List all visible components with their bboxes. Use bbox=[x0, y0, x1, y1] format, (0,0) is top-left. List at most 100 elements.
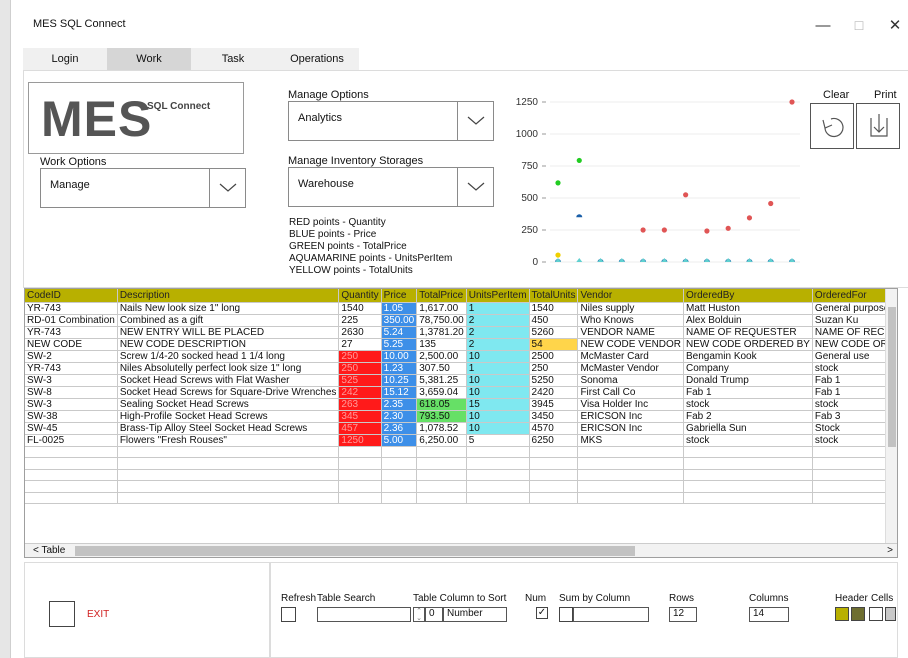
table-cell[interactable]: 2.30 bbox=[381, 410, 418, 423]
table-cell[interactable]: 2500 bbox=[529, 350, 579, 363]
table-cell[interactable]: 2 bbox=[466, 326, 530, 339]
table-cell[interactable] bbox=[416, 492, 467, 505]
table-cell[interactable]: 1.23 bbox=[381, 362, 418, 375]
cells-color-swatch-1[interactable] bbox=[869, 607, 883, 621]
table-cell[interactable]: ERICSON Inc bbox=[577, 410, 685, 423]
cells-color-swatch-2[interactable] bbox=[885, 607, 896, 621]
table-cell[interactable]: 10.25 bbox=[381, 374, 418, 387]
header-color-swatch-1[interactable] bbox=[835, 607, 849, 621]
tab-login[interactable]: Login bbox=[23, 48, 107, 70]
table-row[interactable]: YR-743 Nails New look size 1" long 1540 1.0… bbox=[25, 302, 897, 315]
table-cell[interactable]: 618.05 bbox=[416, 398, 467, 411]
column-header[interactable]: Price bbox=[381, 289, 418, 303]
table-cell[interactable] bbox=[683, 480, 813, 493]
sort-index-value[interactable]: 0 bbox=[425, 607, 443, 622]
work-options-select[interactable]: Manage bbox=[40, 168, 246, 208]
table-cell[interactable]: 1,078.52 bbox=[416, 422, 467, 435]
table-cell[interactable]: 78,750.00 bbox=[416, 314, 467, 327]
table-cell[interactable]: Donald Trump bbox=[683, 374, 813, 387]
table-cell[interactable]: 225 bbox=[338, 314, 382, 327]
table-cell[interactable] bbox=[577, 492, 685, 505]
table-cell[interactable]: 1,617.00 bbox=[416, 302, 467, 315]
table-cell[interactable]: 6,250.00 bbox=[416, 434, 467, 447]
table-cell[interactable] bbox=[381, 446, 418, 459]
table-cell[interactable]: First Call Co bbox=[577, 386, 685, 399]
table-cell[interactable]: High-Profile Socket Head Screws bbox=[117, 410, 340, 423]
horizontal-scrollbar[interactable]: < Table > bbox=[25, 543, 897, 557]
empty-table-row[interactable] bbox=[25, 480, 897, 493]
table-cell[interactable]: SW-3 bbox=[25, 398, 118, 411]
table-cell[interactable]: SW-2 bbox=[25, 350, 118, 363]
table-cell[interactable]: Bengamin Kook bbox=[683, 350, 813, 363]
table-cell[interactable]: SW-8 bbox=[25, 386, 118, 399]
table-cell[interactable] bbox=[529, 446, 579, 459]
table-row[interactable]: SW-45 Brass-Tip Alloy Steel Socket Head S… bbox=[25, 422, 897, 435]
table-cell[interactable] bbox=[683, 457, 813, 470]
table-row[interactable]: YR-743 NEW ENTRY WILL BE PLACED 2630 5.24 1,… bbox=[25, 326, 897, 339]
table-cell[interactable]: YR-743 bbox=[25, 326, 118, 339]
sort-index-stepper[interactable]: ⌃ ⌄ bbox=[413, 607, 425, 622]
sum-checkbox[interactable] bbox=[559, 607, 573, 622]
table-cell[interactable]: 10 bbox=[466, 350, 530, 363]
empty-table-row[interactable] bbox=[25, 492, 897, 505]
table-cell[interactable]: 2420 bbox=[529, 386, 579, 399]
table-cell[interactable]: 10 bbox=[466, 410, 530, 423]
table-cell[interactable]: Gabriella Sun bbox=[683, 422, 813, 435]
header-color-swatch-2[interactable] bbox=[851, 607, 865, 621]
table-cell[interactable]: 5,381.25 bbox=[416, 374, 467, 387]
table-cell[interactable]: 27 bbox=[338, 338, 382, 351]
table-cell[interactable] bbox=[529, 492, 579, 505]
table-cell[interactable] bbox=[577, 469, 685, 482]
table-cell[interactable] bbox=[117, 446, 340, 459]
sort-column-input[interactable]: Number bbox=[443, 607, 507, 622]
table-cell[interactable]: 1540 bbox=[529, 302, 579, 315]
scroll-right-arrow[interactable]: > bbox=[887, 545, 893, 556]
table-row[interactable]: RD-01 Combination Combined as a gift 225 35… bbox=[25, 314, 897, 327]
table-cell[interactable]: NEW CODE ORDERED BY bbox=[683, 338, 813, 351]
column-header[interactable]: UnitsPerItem bbox=[466, 289, 530, 303]
table-cell[interactable]: Socket Head Screws for Square-Drive Wren… bbox=[117, 386, 340, 399]
table-cell[interactable]: 5.00 bbox=[381, 434, 418, 447]
table-cell[interactable] bbox=[381, 480, 418, 493]
table-cell[interactable] bbox=[25, 446, 118, 459]
table-cell[interactable] bbox=[381, 469, 418, 482]
table-cell[interactable]: 350.00 bbox=[381, 314, 418, 327]
table-cell[interactable]: Visa Holder Inc bbox=[577, 398, 685, 411]
column-header[interactable]: CodeID bbox=[25, 289, 118, 303]
empty-table-row[interactable] bbox=[25, 446, 897, 459]
table-cell[interactable]: 242 bbox=[338, 386, 382, 399]
table-cell[interactable] bbox=[25, 480, 118, 493]
manage-options-dropdown[interactable] bbox=[457, 102, 493, 140]
num-checkbox[interactable]: ✓ bbox=[536, 607, 548, 619]
table-cell[interactable]: 250 bbox=[338, 362, 382, 375]
table-cell[interactable]: SW-3 bbox=[25, 374, 118, 387]
table-cell[interactable]: 2,500.00 bbox=[416, 350, 467, 363]
table-cell[interactable]: McMaster Card bbox=[577, 350, 685, 363]
table-cell[interactable] bbox=[338, 457, 382, 470]
table-cell[interactable]: Flowers "Fresh Rouses" bbox=[117, 434, 340, 447]
table-cell[interactable] bbox=[338, 446, 382, 459]
table-cell[interactable]: 2 bbox=[466, 314, 530, 327]
table-cell[interactable] bbox=[577, 480, 685, 493]
vertical-scrollbar[interactable] bbox=[885, 289, 897, 545]
column-header[interactable]: Vendor bbox=[577, 289, 685, 303]
table-cell[interactable] bbox=[416, 480, 467, 493]
table-cell[interactable] bbox=[466, 457, 530, 470]
table-search-input[interactable] bbox=[317, 607, 411, 622]
column-header[interactable]: Quantity bbox=[338, 289, 382, 303]
table-row[interactable]: SW-8 Socket Head Screws for Square-Drive … bbox=[25, 386, 897, 399]
table-row[interactable]: SW-3 Sealing Socket Head Screws 263 2.35 618… bbox=[25, 398, 897, 411]
table-cell[interactable] bbox=[577, 457, 685, 470]
horizontal-scroll-thumb[interactable] bbox=[75, 546, 635, 556]
tab-work[interactable]: Work bbox=[107, 48, 191, 70]
table-cell[interactable] bbox=[25, 492, 118, 505]
table-row[interactable]: NEW CODE NEW CODE DESCRIPTION 27 5.25 135 2 54… bbox=[25, 338, 897, 351]
table-cell[interactable]: 135 bbox=[416, 338, 467, 351]
table-cell[interactable]: 6250 bbox=[529, 434, 579, 447]
table-cell[interactable]: 5.25 bbox=[381, 338, 418, 351]
table-cell[interactable] bbox=[416, 457, 467, 470]
table-cell[interactable]: 1250 bbox=[338, 434, 382, 447]
table-cell[interactable] bbox=[529, 480, 579, 493]
close-button[interactable]: ✕ bbox=[877, 14, 908, 38]
table-cell[interactable]: 5.24 bbox=[381, 326, 418, 339]
